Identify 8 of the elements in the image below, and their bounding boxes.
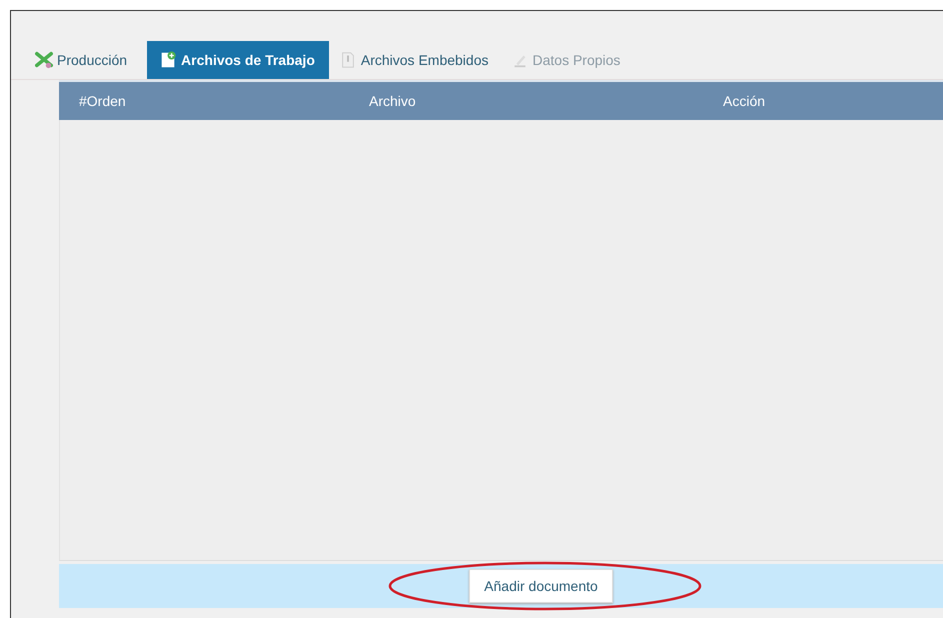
- add-document-button[interactable]: Añadir documento: [469, 569, 613, 603]
- tab[interactable]: Producción: [33, 41, 140, 79]
- document-plus-icon: [159, 51, 178, 69]
- tab[interactable]: Archivos Embebidos: [336, 41, 500, 79]
- column-header: Acción: [722, 93, 766, 109]
- tab[interactable]: Archivos de Trabajo: [147, 41, 329, 79]
- column-header: Archivo: [368, 93, 417, 109]
- column-header: #Orden: [78, 93, 127, 109]
